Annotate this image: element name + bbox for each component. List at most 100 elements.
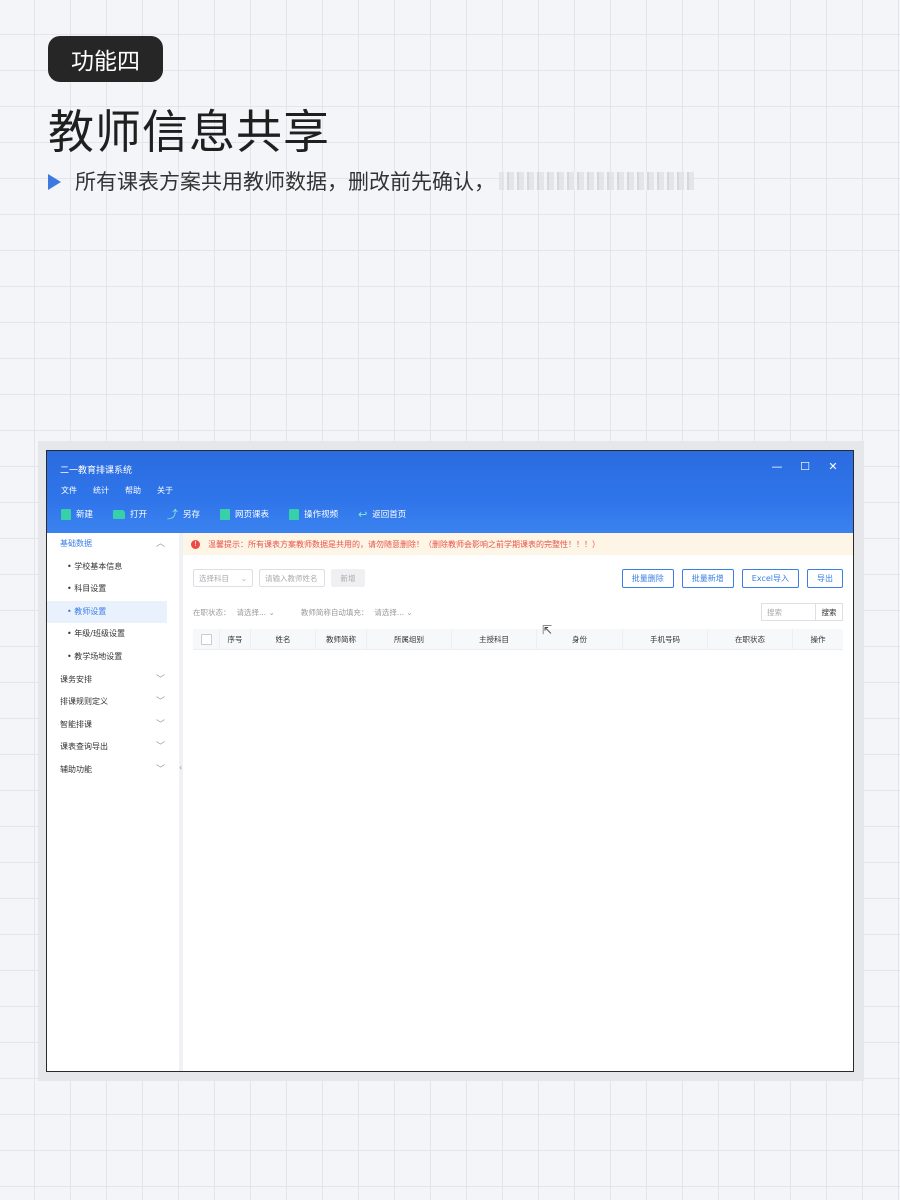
sidebar-group-label: 课务安排 [60, 674, 92, 684]
sidebar-item-label: 科目设置 [74, 584, 107, 594]
toolbar-video-label: 操作视频 [304, 510, 339, 520]
subtitle-text: 所有课表方案共用教师数据，删改前先确认， [75, 170, 495, 194]
column-header: 在职状态 [708, 629, 793, 649]
main-content: ! 温馨提示：所有课表方案教师数据是共用的，请勿随意删除！（删除教师会影响之前学… [183, 533, 853, 1071]
sidebar-group-rules[interactable]: 排课规则定义 ﹀ [47, 691, 179, 714]
excel-import-button[interactable]: Excel导入 [741, 569, 799, 588]
toolbar-open-label: 打开 [130, 510, 148, 520]
app-window: 二一教育排课系统 — ☐ ✕ 文件 统计 帮助 关于 新建 打开 ⤴ 另存 网页… [46, 450, 854, 1072]
column-header: 操作 [810, 634, 826, 644]
sidebar-group-query-export[interactable]: 课表查询导出 ﹀ [47, 736, 179, 759]
toolbar-new-button[interactable]: 新建 [61, 506, 93, 522]
maximize-icon[interactable]: ☐ [799, 460, 811, 473]
table-header: 序号 姓名 教师简称 所属组别 主授科目 身份 手机号码 在职状态 操作 [193, 629, 843, 650]
menu-file[interactable]: 文件 [61, 485, 77, 496]
chevron-up-icon: ︿ [155, 539, 165, 549]
warning-notice: ! 温馨提示：所有课表方案教师数据是共用的，请勿随意删除！（删除教师会影响之前学… [183, 533, 853, 555]
back-icon: ↩ [358, 507, 368, 521]
sidebar-group-aux[interactable]: 辅助功能 ﹀ [47, 759, 179, 782]
filter-row: 选择科目 ⌄ 请输入教师姓名 新增 [193, 569, 365, 587]
subject-select[interactable]: 选择科目 ⌄ [193, 569, 253, 587]
search-placeholder: 搜索 [767, 607, 782, 617]
upload-icon: ⤴ [167, 508, 179, 521]
select-all-cell [193, 629, 220, 649]
secondary-filter-row: 在职状态： 请选择... ⌄ 教师简称自动填充： 请选择... ⌄ [193, 607, 413, 618]
search-button[interactable]: 搜索 [816, 603, 843, 621]
sidebar-item-school-info[interactable]: • 学校基本信息 [47, 556, 179, 579]
export-button[interactable]: 导出 [807, 569, 843, 588]
warning-text: 温馨提示：所有课表方案教师数据是共用的，请勿随意删除！（删除教师会影响之前学期课… [208, 539, 600, 549]
sidebar-group-basic-data[interactable]: 基础数据 ︿ [47, 533, 179, 556]
status-select[interactable]: 请选择... ⌄ [237, 607, 275, 618]
close-icon[interactable]: ✕ [827, 460, 839, 473]
feature-badge: 功能四 [48, 36, 163, 82]
status-label: 在职状态： [193, 608, 231, 617]
window-header: 二一教育排课系统 — ☐ ✕ 文件 统计 帮助 关于 新建 打开 ⤴ 另存 网页… [47, 451, 853, 533]
sidebar-group-course-arrange[interactable]: 课务安排 ﹀ [47, 669, 179, 692]
window-title: 二一教育排课系统 [60, 466, 133, 476]
column-header: 姓名 [251, 629, 316, 649]
sidebar-item-label: 教学场地设置 [74, 651, 123, 661]
subject-select-value: 选择科目 [199, 573, 229, 583]
chevron-down-icon: ﹀ [155, 764, 165, 775]
file-icon [61, 508, 71, 520]
play-icon [289, 508, 300, 520]
toolbar-open-button[interactable]: 打开 [113, 506, 147, 522]
sidebar-item-subjects[interactable]: • 科目设置 [47, 578, 179, 601]
menu-help[interactable]: 帮助 [125, 485, 141, 496]
teacher-name-input[interactable]: 请输入教师姓名 [259, 569, 325, 587]
chevron-down-icon: ﹀ [155, 697, 165, 708]
column-header: 主授科目 [452, 629, 537, 649]
minimize-icon[interactable]: — [771, 460, 783, 473]
sidebar-item-teachers[interactable]: • 教师设置 [47, 600, 167, 624]
toolbar-video-button[interactable]: 操作视频 [289, 506, 338, 522]
search-box: 搜索 搜索 [761, 603, 843, 621]
sidebar-item-venues[interactable]: • 教学场地设置 [47, 646, 179, 669]
toolbar-home-label: 返回首页 [372, 510, 407, 520]
toolbar-saveas-button[interactable]: ⤴ 另存 [167, 506, 200, 522]
sidebar-group-smart-schedule[interactable]: 智能排课 ﹀ [47, 714, 179, 737]
sidebar-item-label: 年级/班级设置 [74, 629, 125, 639]
sidebar-group-label: 课表查询导出 [60, 742, 108, 752]
sidebar-collapse-icon[interactable]: ‹ [179, 763, 182, 772]
column-header: 手机号码 [623, 629, 708, 649]
toolbar-web-timetable-button[interactable]: 网页课表 [220, 506, 269, 522]
toolbar-home-button[interactable]: ↩ 返回首页 [358, 506, 406, 522]
sidebar-group-label: 基础数据 [60, 539, 92, 548]
sidebar-item-label: 学校基本信息 [74, 561, 123, 571]
toolbar-saveas-label: 另存 [183, 510, 201, 520]
subtitle: 所有课表方案共用教师数据，删改前先确认， [48, 166, 694, 196]
batch-delete-button[interactable]: 批量删除 [621, 569, 674, 588]
sidebar-item-label: 教师设置 [74, 606, 107, 616]
chevron-down-icon: ﹀ [155, 674, 165, 685]
blurred-text [499, 172, 694, 190]
batch-add-button[interactable]: 批量新增 [681, 569, 734, 588]
triangle-bullet-icon [48, 174, 61, 190]
sidebar-item-grades[interactable]: • 年级/班级设置 [47, 623, 179, 646]
select-all-checkbox[interactable] [200, 633, 212, 645]
menu-stats[interactable]: 统计 [93, 485, 109, 496]
teacher-name-placeholder: 请输入教师姓名 [265, 573, 318, 583]
sidebar: 基础数据 ︿ • 学校基本信息 • 科目设置 • 教师设置 • 年级/班级设置 … [47, 533, 183, 1071]
column-header: 序号 [220, 629, 251, 649]
toolbar-web-timetable-label: 网页课表 [235, 510, 270, 520]
calendar-icon [220, 508, 231, 520]
chevron-down-icon: ﹀ [155, 742, 165, 753]
abbr-select[interactable]: 请选择... ⌄ [374, 607, 412, 618]
status-select-value: 请选择... [236, 608, 267, 617]
window-controls: — ☐ ✕ [771, 460, 839, 473]
sidebar-group-label: 排课规则定义 [60, 697, 108, 707]
chevron-down-icon: ﹀ [155, 719, 165, 730]
sidebar-group-label: 智能排课 [60, 719, 92, 729]
add-button[interactable]: 新增 [331, 569, 365, 587]
action-buttons: 批量删除 批量新增 Excel导入 导出 [621, 569, 843, 588]
toolbar: 新建 打开 ⤴ 另存 网页课表 操作视频 ↩ 返回首页 [61, 506, 406, 522]
toolbar-new-label: 新建 [76, 510, 94, 520]
warning-icon: ! [191, 539, 200, 549]
menu-about[interactable]: 关于 [157, 485, 173, 496]
sidebar-group-label: 辅助功能 [60, 764, 92, 774]
search-input[interactable]: 搜索 [761, 603, 816, 621]
menu-bar: 文件 统计 帮助 关于 [61, 485, 173, 496]
folder-icon [113, 509, 126, 519]
abbr-select-value: 请选择... [374, 608, 404, 617]
